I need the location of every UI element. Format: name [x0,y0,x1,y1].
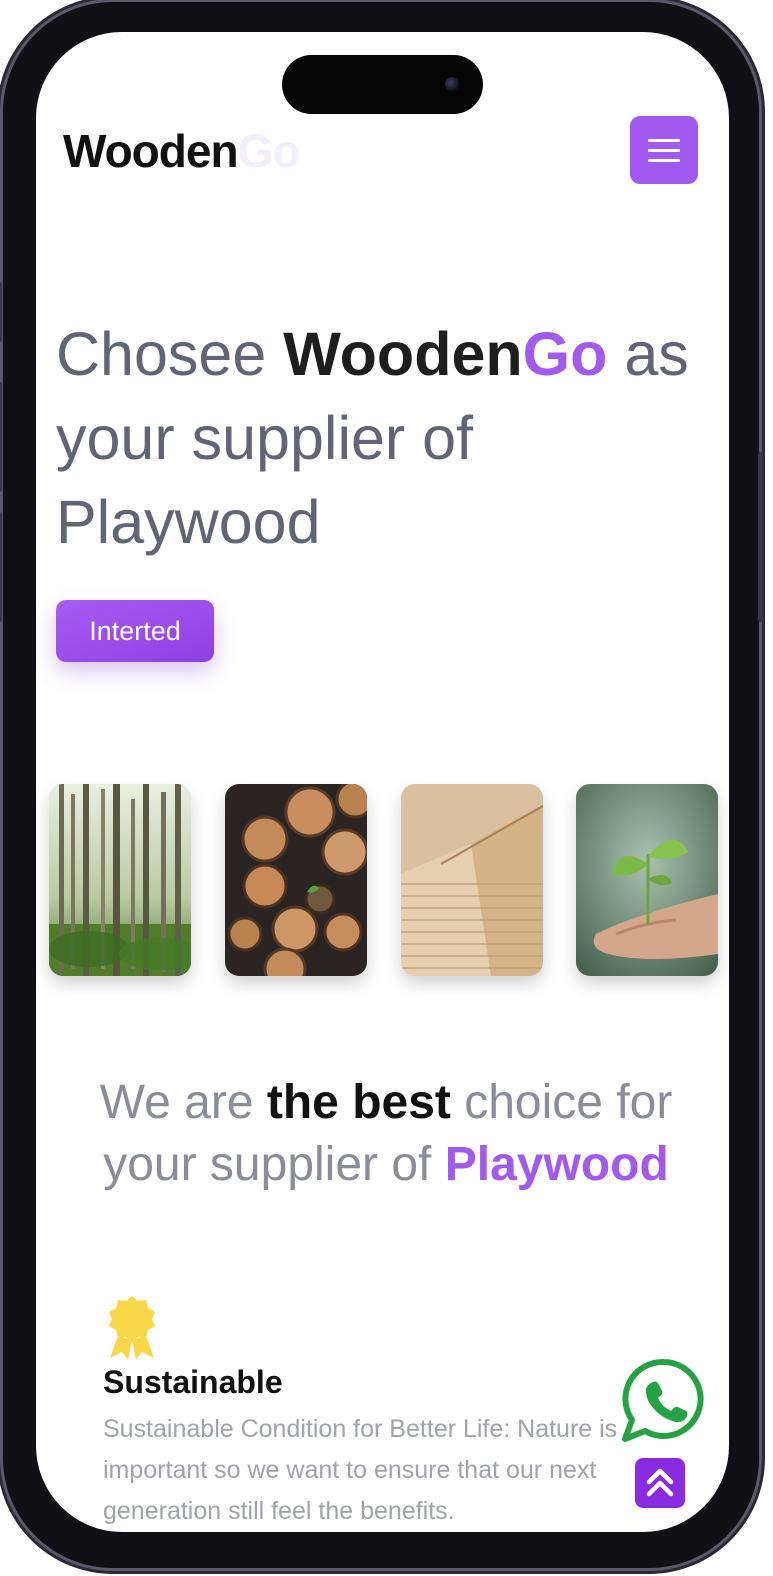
whatsapp-icon [622,1358,704,1442]
hero-brand-accent: Go [522,320,608,388]
power-button [758,452,763,622]
forest-image [49,784,191,976]
intro-accent-text: Playwood [444,1138,669,1191]
hero-text-before: Chosee [56,320,284,388]
volume-up-button [0,382,2,492]
interested-button[interactable]: Interted [56,600,214,662]
dynamic-island [282,55,483,114]
volume-down-button [0,512,2,622]
hero-heading: Chosee WoodenGo as your supplier of Play… [56,312,696,564]
camera-icon [445,77,459,91]
seedling-in-hand-image [576,784,718,976]
scroll-to-top-button[interactable] [635,1458,685,1508]
feature-title: Sustainable [103,1364,283,1400]
plywood-stack-image [401,784,543,976]
brand-name: Wooden [63,125,239,177]
logs-image [225,784,367,976]
feature-description: Sustainable Condition for Better Life: N… [103,1415,618,1525]
double-chevron-up-icon [646,1468,674,1497]
brand-accent: Go [237,125,301,177]
whatsapp-button[interactable] [621,1357,707,1443]
intro-text-before: We are [99,1076,267,1129]
intro-bold-text: the best [266,1076,451,1129]
hero-brand-name: Wooden [283,320,523,388]
brand-logo[interactable]: WoodenGo [63,124,301,178]
award-badge-icon [106,1294,158,1362]
screen: WoodenGo Chosee WoodenGo as your supplie… [36,32,729,1532]
menu-button[interactable] [630,116,698,184]
intro-heading: We are the best choice for your supplier… [66,1072,706,1196]
side-button [0,282,2,342]
phone-frame: WoodenGo Chosee WoodenGo as your supplie… [0,2,763,1568]
